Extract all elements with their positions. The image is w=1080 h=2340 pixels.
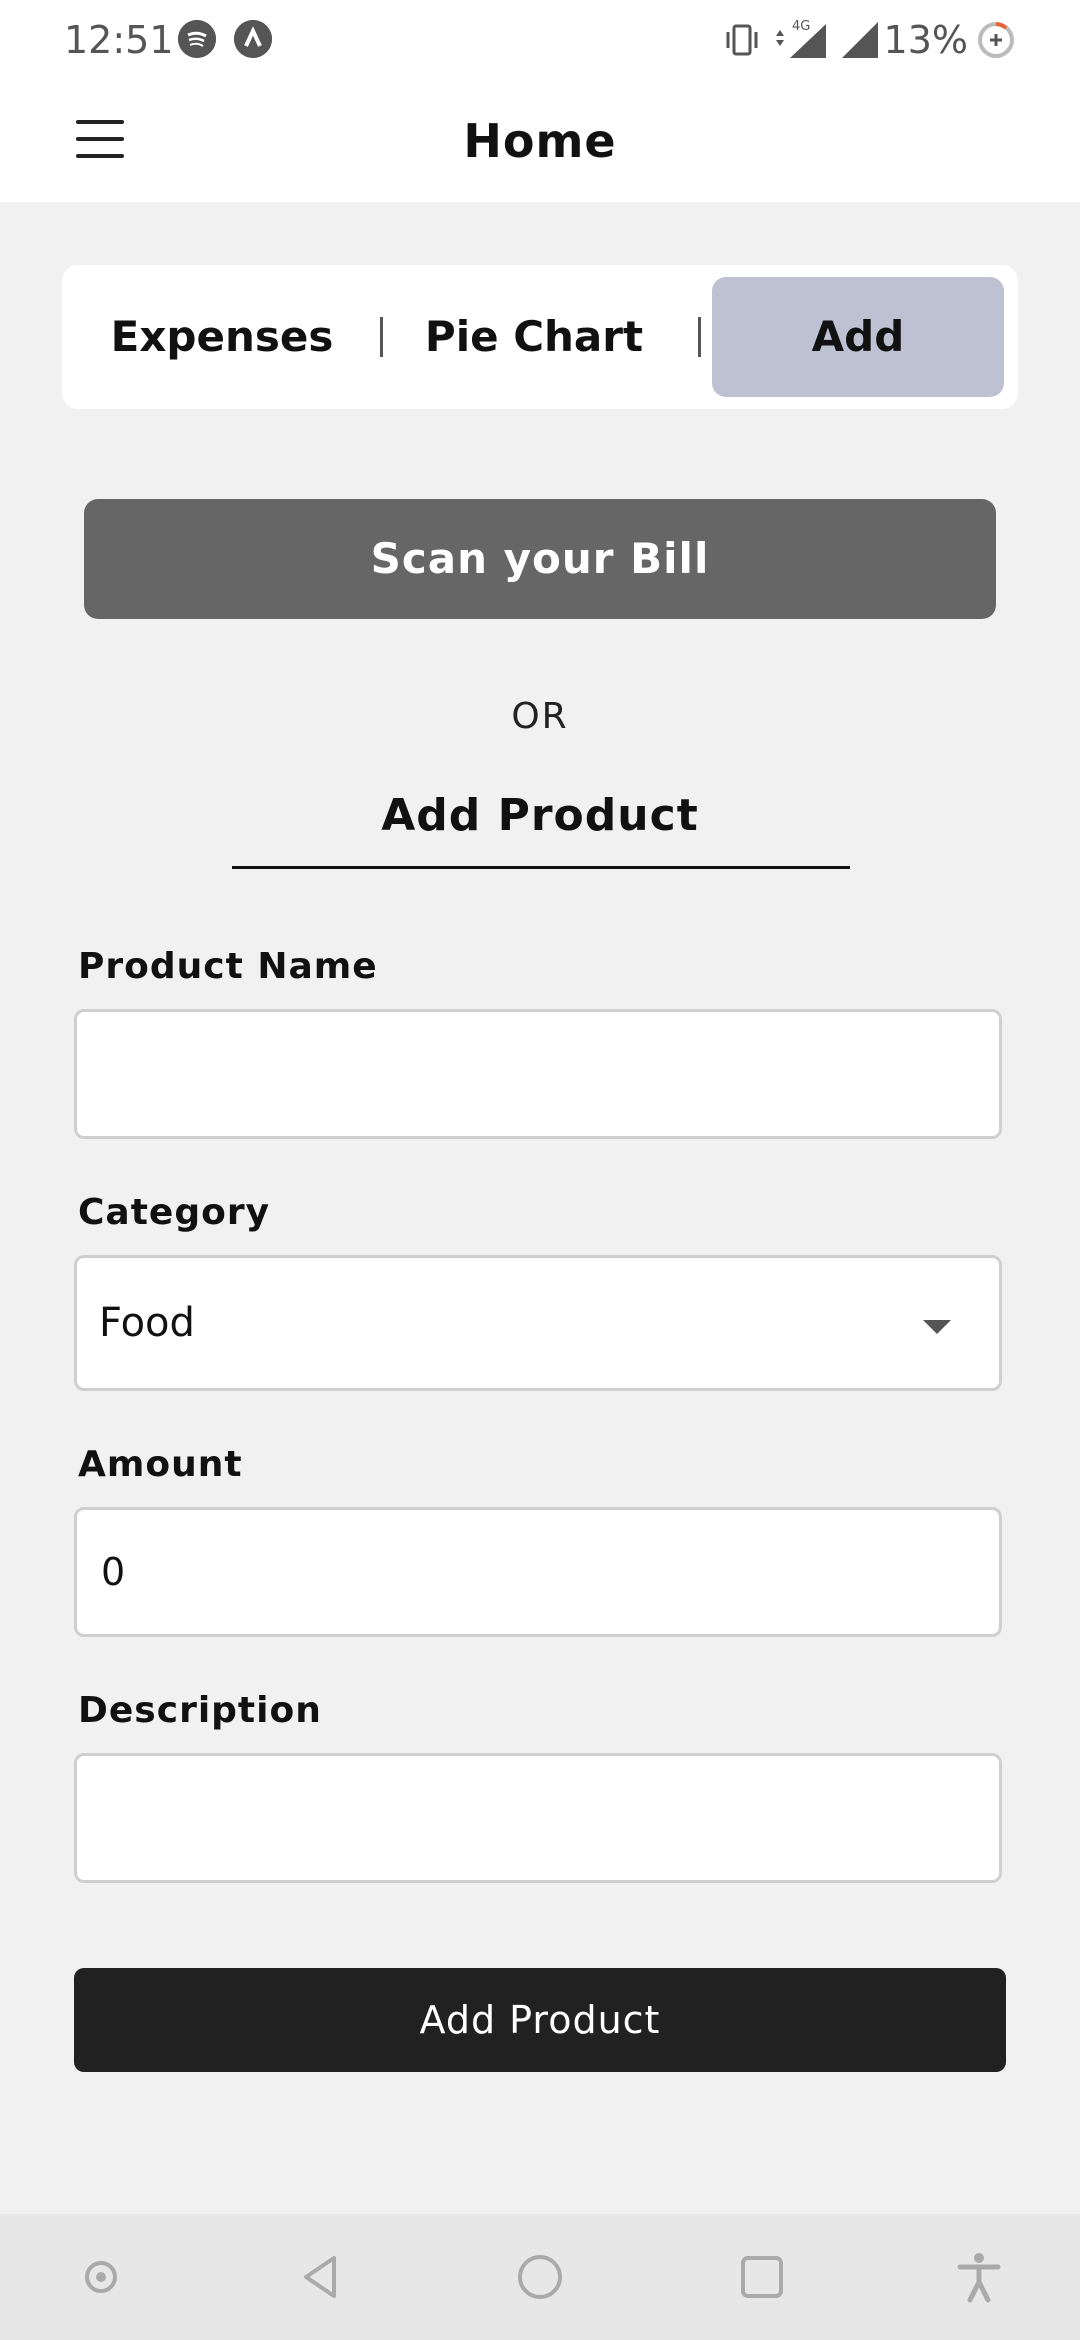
- app-header: Home: [0, 80, 1080, 202]
- description-field-box: [74, 1753, 1002, 1883]
- tab-bar: Expenses Pie Chart Add: [62, 265, 1018, 409]
- page-title: Home: [463, 114, 617, 168]
- system-nav-bar: [0, 2214, 1080, 2340]
- amount-field-box: [74, 1507, 1002, 1637]
- description-input[interactable]: [77, 1756, 999, 1880]
- product-name-field-box: [74, 1009, 1002, 1139]
- product-name-input[interactable]: [77, 1012, 999, 1136]
- back-icon[interactable]: [294, 2250, 348, 2304]
- battery-saver-icon: [978, 22, 1014, 58]
- tab-divider: [380, 317, 383, 357]
- arrow-up-circle-icon: [234, 20, 272, 58]
- chevron-down-icon: [923, 1320, 951, 1334]
- signal-4g-icon: 4G: [776, 19, 826, 58]
- home-icon[interactable]: [513, 2250, 567, 2304]
- tab-pie-chart[interactable]: Pie Chart: [398, 277, 670, 397]
- recent-dot-icon[interactable]: [74, 2250, 128, 2304]
- add-product-heading: Add Product: [381, 790, 699, 841]
- amount-label: Amount: [78, 1444, 243, 1485]
- category-select[interactable]: Food: [74, 1255, 1002, 1391]
- or-separator: OR: [511, 696, 569, 737]
- category-selected-value: Food: [99, 1300, 195, 1346]
- signal-icon: [842, 22, 878, 58]
- accessibility-icon[interactable]: [952, 2250, 1006, 2304]
- amount-input[interactable]: [77, 1510, 999, 1634]
- overview-icon[interactable]: [735, 2250, 789, 2304]
- category-label: Category: [78, 1192, 271, 1233]
- product-name-label: Product Name: [78, 946, 378, 987]
- tab-add[interactable]: Add: [712, 277, 1004, 397]
- description-label: Description: [78, 1690, 322, 1731]
- scan-bill-button[interactable]: Scan your Bill: [84, 499, 996, 619]
- vibrate-icon: [726, 24, 758, 56]
- svg-text:4G: 4G: [792, 19, 810, 34]
- heading-underline: [232, 866, 850, 869]
- status-time: 12:51: [64, 18, 174, 62]
- tab-expenses[interactable]: Expenses: [82, 277, 362, 397]
- battery-percent: 13%: [883, 18, 968, 62]
- tab-divider: [698, 317, 701, 357]
- add-product-button[interactable]: Add Product: [74, 1968, 1006, 2072]
- spotify-icon: [178, 20, 216, 58]
- status-bar: 12:51 4G 13%: [0, 0, 1080, 80]
